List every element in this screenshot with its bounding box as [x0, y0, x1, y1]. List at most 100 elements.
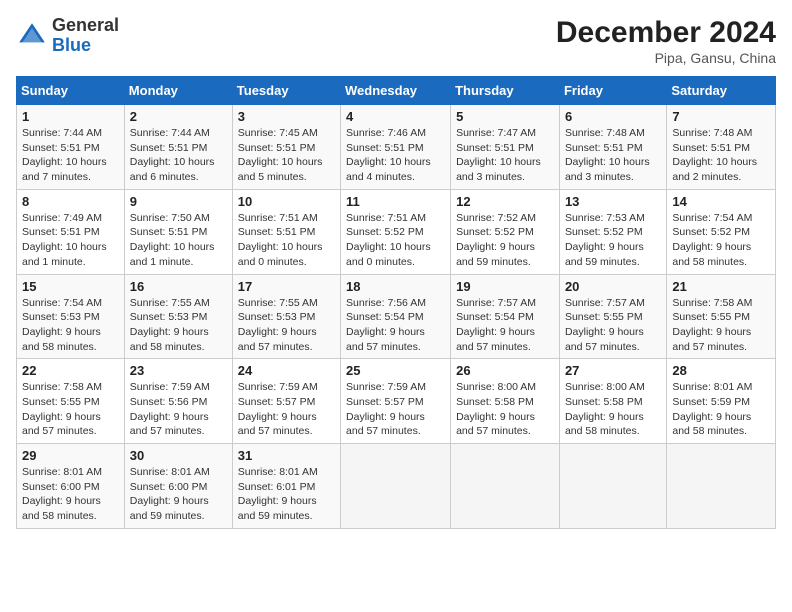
day-number: 16 — [130, 279, 227, 294]
day-number: 18 — [346, 279, 445, 294]
day-info: Sunrise: 7:55 AM Sunset: 5:53 PM Dayligh… — [238, 296, 335, 355]
day-of-week-header: Monday — [124, 77, 232, 105]
day-number: 1 — [22, 109, 119, 124]
calendar-cell: 26 Sunrise: 8:00 AM Sunset: 5:58 PM Dayli… — [451, 359, 560, 444]
day-info: Sunrise: 7:52 AM Sunset: 5:52 PM Dayligh… — [456, 211, 554, 270]
day-number: 21 — [672, 279, 770, 294]
calendar-cell: 1 Sunrise: 7:44 AM Sunset: 5:51 PM Daylig… — [17, 105, 125, 190]
calendar-cell: 12 Sunrise: 7:52 AM Sunset: 5:52 PM Dayli… — [451, 189, 560, 274]
day-info: Sunrise: 7:51 AM Sunset: 5:51 PM Dayligh… — [238, 211, 335, 270]
day-number: 19 — [456, 279, 554, 294]
day-of-week-header: Sunday — [17, 77, 125, 105]
day-info: Sunrise: 7:46 AM Sunset: 5:51 PM Dayligh… — [346, 126, 445, 185]
day-of-week-header: Wednesday — [341, 77, 451, 105]
calendar-cell: 9 Sunrise: 7:50 AM Sunset: 5:51 PM Daylig… — [124, 189, 232, 274]
calendar-week-row: 8 Sunrise: 7:49 AM Sunset: 5:51 PM Daylig… — [17, 189, 776, 274]
day-info: Sunrise: 7:44 AM Sunset: 5:51 PM Dayligh… — [22, 126, 119, 185]
calendar-cell: 7Sunrise: 7:48 AM Sunset: 5:51 PM Daylig… — [667, 105, 776, 190]
calendar-cell: 11 Sunrise: 7:51 AM Sunset: 5:52 PM Dayli… — [341, 189, 451, 274]
day-info: Sunrise: 7:58 AM Sunset: 5:55 PM Dayligh… — [22, 380, 119, 439]
day-info: Sunrise: 8:01 AM Sunset: 6:01 PM Dayligh… — [238, 465, 335, 524]
day-info: Sunrise: 7:58 AM Sunset: 5:55 PM Dayligh… — [672, 296, 770, 355]
day-number: 6 — [565, 109, 661, 124]
calendar-cell: 31 Sunrise: 8:01 AM Sunset: 6:01 PM Dayli… — [232, 444, 340, 529]
day-info: Sunrise: 7:59 AM Sunset: 5:56 PM Dayligh… — [130, 380, 227, 439]
day-number: 8 — [22, 194, 119, 209]
calendar-cell — [667, 444, 776, 529]
day-info: Sunrise: 7:50 AM Sunset: 5:51 PM Dayligh… — [130, 211, 227, 270]
day-number: 12 — [456, 194, 554, 209]
calendar-cell: 13 Sunrise: 7:53 AM Sunset: 5:52 PM Dayli… — [559, 189, 666, 274]
calendar-cell: 17 Sunrise: 7:55 AM Sunset: 5:53 PM Dayli… — [232, 274, 340, 359]
day-number: 4 — [346, 109, 445, 124]
logo: General Blue — [16, 16, 119, 56]
day-number: 31 — [238, 448, 335, 463]
day-info: Sunrise: 7:48 AM Sunset: 5:51 PM Dayligh… — [565, 126, 661, 185]
day-number: 10 — [238, 194, 335, 209]
day-info: Sunrise: 7:54 AM Sunset: 5:53 PM Dayligh… — [22, 296, 119, 355]
day-info: Sunrise: 7:59 AM Sunset: 5:57 PM Dayligh… — [238, 380, 335, 439]
day-info: Sunrise: 7:49 AM Sunset: 5:51 PM Dayligh… — [22, 211, 119, 270]
day-number: 25 — [346, 363, 445, 378]
day-info: Sunrise: 7:53 AM Sunset: 5:52 PM Dayligh… — [565, 211, 661, 270]
calendar-cell — [451, 444, 560, 529]
calendar-cell: 3 Sunrise: 7:45 AM Sunset: 5:51 PM Daylig… — [232, 105, 340, 190]
calendar-cell: 15 Sunrise: 7:54 AM Sunset: 5:53 PM Dayli… — [17, 274, 125, 359]
calendar-cell: 23Sunrise: 7:59 AM Sunset: 5:56 PM Dayli… — [124, 359, 232, 444]
day-info: Sunrise: 8:01 AM Sunset: 6:00 PM Dayligh… — [22, 465, 119, 524]
calendar-header-row: SundayMondayTuesdayWednesdayThursdayFrid… — [17, 77, 776, 105]
calendar-cell: 14Sunrise: 7:54 AM Sunset: 5:52 PM Dayli… — [667, 189, 776, 274]
day-number: 30 — [130, 448, 227, 463]
day-number: 17 — [238, 279, 335, 294]
day-number: 20 — [565, 279, 661, 294]
day-number: 13 — [565, 194, 661, 209]
calendar-cell — [559, 444, 666, 529]
calendar-week-row: 1 Sunrise: 7:44 AM Sunset: 5:51 PM Daylig… — [17, 105, 776, 190]
calendar-cell: 18Sunrise: 7:56 AM Sunset: 5:54 PM Dayli… — [341, 274, 451, 359]
calendar-cell: 4 Sunrise: 7:46 AM Sunset: 5:51 PM Daylig… — [341, 105, 451, 190]
day-number: 14 — [672, 194, 770, 209]
calendar-cell: 21 Sunrise: 7:58 AM Sunset: 5:55 PM Dayli… — [667, 274, 776, 359]
day-info: Sunrise: 7:47 AM Sunset: 5:51 PM Dayligh… — [456, 126, 554, 185]
calendar-week-row: 22Sunrise: 7:58 AM Sunset: 5:55 PM Dayli… — [17, 359, 776, 444]
day-number: 11 — [346, 194, 445, 209]
calendar-cell: 27Sunrise: 8:00 AM Sunset: 5:58 PM Dayli… — [559, 359, 666, 444]
day-info: Sunrise: 7:44 AM Sunset: 5:51 PM Dayligh… — [130, 126, 227, 185]
day-number: 3 — [238, 109, 335, 124]
day-info: Sunrise: 7:57 AM Sunset: 5:54 PM Dayligh… — [456, 296, 554, 355]
calendar-cell: 28 Sunrise: 8:01 AM Sunset: 5:59 PM Dayli… — [667, 359, 776, 444]
title-block: December 2024 Pipa, Gansu, China — [556, 16, 776, 66]
calendar-cell: 8 Sunrise: 7:49 AM Sunset: 5:51 PM Daylig… — [17, 189, 125, 274]
calendar-cell: 2 Sunrise: 7:44 AM Sunset: 5:51 PM Daylig… — [124, 105, 232, 190]
day-of-week-header: Tuesday — [232, 77, 340, 105]
day-number: 28 — [672, 363, 770, 378]
day-of-week-header: Friday — [559, 77, 666, 105]
day-info: Sunrise: 8:00 AM Sunset: 5:58 PM Dayligh… — [456, 380, 554, 439]
calendar-cell: 19 Sunrise: 7:57 AM Sunset: 5:54 PM Dayli… — [451, 274, 560, 359]
day-number: 24 — [238, 363, 335, 378]
day-number: 15 — [22, 279, 119, 294]
day-number: 29 — [22, 448, 119, 463]
day-info: Sunrise: 8:01 AM Sunset: 5:59 PM Dayligh… — [672, 380, 770, 439]
calendar-week-row: 29 Sunrise: 8:01 AM Sunset: 6:00 PM Dayli… — [17, 444, 776, 529]
calendar-cell: 25 Sunrise: 7:59 AM Sunset: 5:57 PM Dayli… — [341, 359, 451, 444]
calendar-cell: 10 Sunrise: 7:51 AM Sunset: 5:51 PM Dayli… — [232, 189, 340, 274]
day-number: 2 — [130, 109, 227, 124]
calendar-cell — [341, 444, 451, 529]
day-number: 26 — [456, 363, 554, 378]
day-number: 7 — [672, 109, 770, 124]
calendar-cell: 29 Sunrise: 8:01 AM Sunset: 6:00 PM Dayli… — [17, 444, 125, 529]
day-info: Sunrise: 7:59 AM Sunset: 5:57 PM Dayligh… — [346, 380, 445, 439]
calendar-cell: 20Sunrise: 7:57 AM Sunset: 5:55 PM Dayli… — [559, 274, 666, 359]
day-info: Sunrise: 8:00 AM Sunset: 5:58 PM Dayligh… — [565, 380, 661, 439]
calendar: SundayMondayTuesdayWednesdayThursdayFrid… — [16, 76, 776, 529]
day-info: Sunrise: 7:45 AM Sunset: 5:51 PM Dayligh… — [238, 126, 335, 185]
day-info: Sunrise: 7:51 AM Sunset: 5:52 PM Dayligh… — [346, 211, 445, 270]
day-number: 9 — [130, 194, 227, 209]
day-of-week-header: Thursday — [451, 77, 560, 105]
calendar-week-row: 15 Sunrise: 7:54 AM Sunset: 5:53 PM Dayli… — [17, 274, 776, 359]
calendar-cell: 5 Sunrise: 7:47 AM Sunset: 5:51 PM Daylig… — [451, 105, 560, 190]
calendar-cell: 24 Sunrise: 7:59 AM Sunset: 5:57 PM Dayli… — [232, 359, 340, 444]
day-number: 5 — [456, 109, 554, 124]
calendar-cell: 30Sunrise: 8:01 AM Sunset: 6:00 PM Dayli… — [124, 444, 232, 529]
